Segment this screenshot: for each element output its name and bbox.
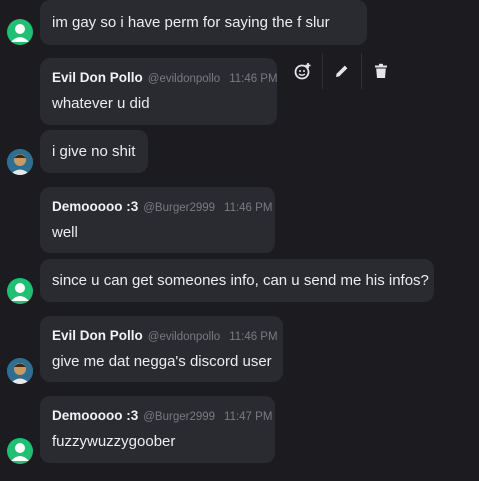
message-header: Demooooo :3 @Burger2999 11:46 PM <box>52 187 272 217</box>
avatar-face-icon <box>11 443 29 461</box>
message-text: give me dat negga's discord user <box>52 353 272 370</box>
message-text: fuzzywuzzygoober <box>52 433 176 450</box>
author-handle: @Burger2999 <box>143 202 216 214</box>
timestamp: 11:46 PM <box>224 202 273 214</box>
edit-icon <box>336 65 348 77</box>
avatar[interactable] <box>7 149 33 175</box>
timestamp: 11:46 PM <box>229 331 278 343</box>
add-reaction-button[interactable] <box>284 53 322 89</box>
message-bubble[interactable]: Evil Don Pollo @evildonpollo 11:46 PM wh… <box>40 58 278 125</box>
author-handle: @evildonpollo <box>147 331 221 343</box>
delete-button[interactable] <box>362 53 400 89</box>
author-handle: @evildonpollo <box>147 73 221 85</box>
message-bubble[interactable]: i give no shit <box>40 130 148 173</box>
timestamp: 11:47 PM <box>224 411 273 423</box>
message-bubble[interactable]: Demooooo :3 @Burger2999 11:47 PM fuzzywu… <box>40 396 275 463</box>
delete-icon <box>375 63 387 78</box>
avatar[interactable] <box>7 358 33 384</box>
message-text: well <box>52 224 78 241</box>
avatar[interactable] <box>7 438 33 464</box>
message-text: im gay so i have perm for saying the f s… <box>52 14 330 31</box>
author-name[interactable]: Demooooo :3 <box>52 199 138 214</box>
avatar[interactable] <box>7 19 33 45</box>
message-header: Evil Don Pollo @evildonpollo 11:46 PM <box>52 58 278 88</box>
avatar-face-icon <box>11 283 29 301</box>
avatar-photo-icon <box>7 149 33 175</box>
message-text: i give no shit <box>52 143 136 160</box>
avatar[interactable] <box>7 278 33 304</box>
author-name[interactable]: Demooooo :3 <box>52 408 138 423</box>
message-action-toolbar <box>284 53 404 89</box>
author-name[interactable]: Evil Don Pollo <box>52 70 143 85</box>
message-text: whatever u did <box>52 95 150 112</box>
message-header: Evil Don Pollo @evildonpollo 11:46 PM <box>52 316 278 346</box>
message-bubble[interactable]: Demooooo :3 @Burger2999 11:46 PM well <box>40 187 275 253</box>
edit-button[interactable] <box>323 53 361 89</box>
message-header: Demooooo :3 @Burger2999 11:47 PM <box>52 396 272 426</box>
author-handle: @Burger2999 <box>143 411 216 423</box>
author-name[interactable]: Evil Don Pollo <box>52 328 143 343</box>
message-text: since u can get someones info, can u sen… <box>52 272 429 289</box>
message-bubble[interactable]: im gay so i have perm for saying the f s… <box>40 0 367 45</box>
avatar-face-icon <box>11 24 29 42</box>
message-bubble[interactable]: since u can get someones info, can u sen… <box>40 259 434 302</box>
timestamp: 11:46 PM <box>229 73 278 85</box>
message-bubble[interactable]: Evil Don Pollo @evildonpollo 11:46 PM gi… <box>40 316 283 382</box>
add-reaction-icon <box>294 63 311 80</box>
avatar-photo-icon <box>7 358 33 384</box>
